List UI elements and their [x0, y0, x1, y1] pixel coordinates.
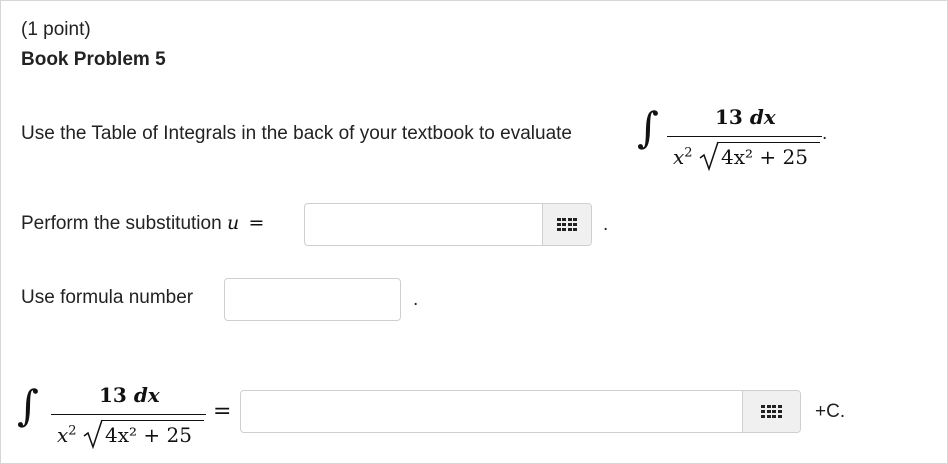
- result-sqrt-overline: [102, 420, 204, 422]
- result-denominator-exp: 2: [68, 423, 77, 439]
- sqrt-overline: [718, 142, 820, 144]
- result-integral-sign: ∫: [17, 381, 39, 430]
- denominator: x2: [673, 145, 693, 169]
- problem-panel: (1 point) Book Problem 5 Use the Table o…: [0, 0, 948, 464]
- integral-trailing-period: .: [822, 123, 828, 144]
- integral-sign: ∫: [637, 103, 659, 152]
- substitution-input[interactable]: [305, 204, 542, 245]
- result-radicand: 4x² + 25: [105, 423, 192, 447]
- result-integral-expression: ∫ 13 dx x2 4x² + 25 =: [17, 375, 237, 455]
- formula-label: Use formula number: [21, 287, 194, 308]
- integral-expression: ∫ 13 dx x2 4x² + 25 .: [637, 97, 837, 177]
- result-math-editor-button[interactable]: [742, 391, 800, 432]
- result-field: [240, 390, 801, 433]
- radicand: 4x² + 25: [721, 145, 808, 169]
- points-label: (1 point): [21, 19, 91, 40]
- numerator: 13 dx: [715, 105, 776, 129]
- substitution-label: Perform the substitution u =: [21, 212, 264, 235]
- result-equals: =: [213, 399, 232, 424]
- matrix-grid-icon: [761, 404, 782, 419]
- fraction-bar: [667, 136, 822, 138]
- formula-input[interactable]: [225, 279, 400, 320]
- result-numerator-dx: dx: [133, 383, 160, 407]
- result-sqrt-icon: [83, 419, 103, 449]
- substitution-variable: u: [226, 212, 240, 234]
- substitution-equals: =: [248, 212, 265, 234]
- result-input[interactable]: [241, 391, 742, 432]
- instruction-text: Use the Table of Integrals in the back o…: [21, 123, 572, 144]
- matrix-grid-icon: [556, 217, 578, 232]
- sqrt-icon: [699, 141, 719, 171]
- formula-field: [224, 278, 401, 321]
- result-fraction-bar: [51, 414, 206, 416]
- result-denominator-x: x: [57, 423, 69, 447]
- result-numerator-coef: 13: [99, 383, 127, 407]
- numerator-coef: 13: [715, 105, 743, 129]
- substitution-label-text: Perform the substitution: [21, 213, 227, 234]
- substitution-field: [304, 203, 592, 246]
- denominator-x: x: [673, 145, 685, 169]
- result-suffix: +C.: [815, 401, 846, 422]
- problem-title: Book Problem 5: [21, 49, 166, 70]
- substitution-math-editor-button[interactable]: [542, 204, 591, 245]
- substitution-trailing-period: .: [603, 214, 609, 235]
- denominator-exp: 2: [684, 145, 693, 161]
- numerator-dx: dx: [749, 105, 776, 129]
- result-denominator: x2: [57, 423, 77, 447]
- result-numerator: 13 dx: [99, 383, 160, 407]
- formula-trailing-period: .: [413, 289, 419, 310]
